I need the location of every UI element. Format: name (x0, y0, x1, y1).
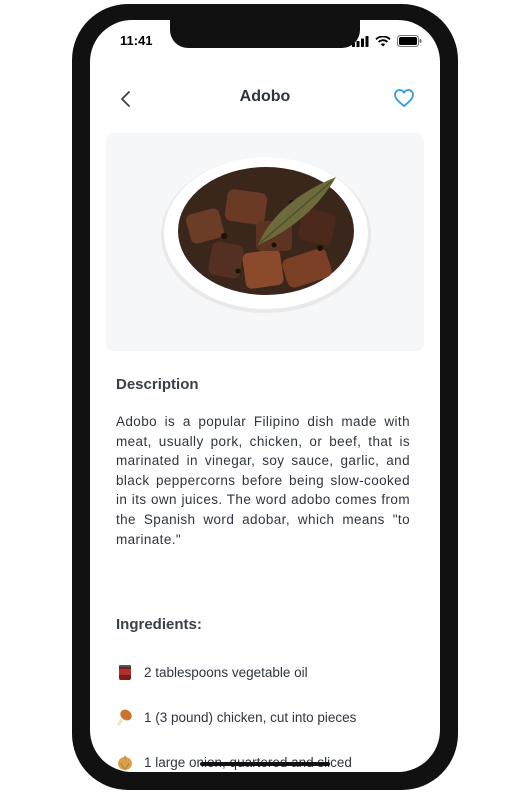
device-notch (170, 20, 360, 48)
oil-can-icon (119, 665, 131, 680)
battery-icon (397, 35, 422, 47)
ingredient-text: 2 tablespoons vegetable oil (144, 664, 308, 680)
nav-bar: Adobo (90, 84, 440, 114)
ingredient-item: 2 tablespoons vegetable oil (116, 663, 308, 681)
page-title: Adobo (239, 88, 291, 105)
description-text: Adobo is a popular Filipino dish made wi… (116, 414, 410, 547)
status-icons (352, 35, 422, 47)
dish-image-card (106, 133, 424, 351)
onion-icon (118, 755, 132, 770)
ingredient-text: 1 (3 pound) chicken, cut into pieces (144, 709, 357, 725)
heart-outline-icon (394, 89, 414, 107)
home-indicator[interactable] (200, 762, 330, 766)
app-screen: 11:41 Adobo Description Adobo is a popul… (90, 20, 440, 772)
description-heading: Description (116, 376, 199, 393)
ingredients-heading: Ingredients: (116, 616, 202, 633)
ingredient-item: 1 (3 pound) chicken, cut into pieces (116, 708, 356, 726)
chicken-leg-icon (117, 709, 132, 726)
wifi-icon (375, 35, 391, 46)
adobo-dish-photo (161, 157, 371, 313)
favorite-button[interactable] (392, 86, 416, 110)
status-time: 11:41 (120, 33, 153, 48)
